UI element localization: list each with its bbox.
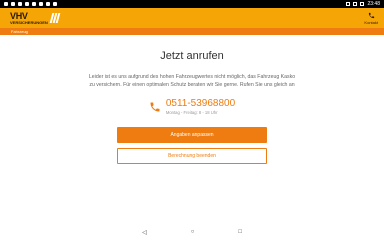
logo-subtext: VERSICHERUNGEN bbox=[10, 19, 48, 25]
app-header: VHV VERSICHERUNGEN Kontakt bbox=[0, 8, 384, 28]
camera-icon bbox=[25, 2, 29, 6]
adjust-details-button[interactable]: Angaben anpassen bbox=[117, 127, 267, 143]
android-icon bbox=[39, 2, 43, 6]
system-nav-bar: ◁ ○ □ bbox=[0, 224, 384, 240]
vhv-logo[interactable]: VHV VERSICHERUNGEN bbox=[10, 10, 61, 25]
breadcrumb: Fahrzeug bbox=[0, 28, 384, 35]
gallery-icon bbox=[32, 2, 36, 6]
status-bar: 23:48 bbox=[0, 0, 384, 8]
signal-icon bbox=[353, 2, 358, 6]
logo-stripes-icon bbox=[49, 13, 61, 23]
whatsapp-icon bbox=[4, 2, 8, 6]
back-icon[interactable]: ◁ bbox=[142, 229, 147, 236]
contact-button[interactable]: Kontakt bbox=[364, 12, 378, 25]
location-icon bbox=[46, 2, 50, 6]
main-content: Jetzt anrufen Leider ist es uns aufgrund… bbox=[0, 35, 384, 164]
breadcrumb-label: Fahrzeug bbox=[11, 29, 28, 34]
phone-contact[interactable]: 0511-53968800 Montag - Freitag: 8 - 18 U… bbox=[149, 99, 235, 115]
status-time: 23:48 bbox=[367, 1, 380, 7]
phone-icon bbox=[368, 12, 374, 18]
home-icon[interactable]: ○ bbox=[191, 229, 195, 235]
end-calculation-button[interactable]: Berechnung beenden bbox=[117, 148, 267, 164]
phone-hours: Montag - Freitag: 8 - 18 Uhr bbox=[165, 110, 218, 115]
contact-label: Kontakt bbox=[364, 19, 378, 25]
battery-icon bbox=[360, 2, 365, 6]
sync-icon bbox=[53, 2, 57, 6]
logo-text: VHV bbox=[10, 10, 28, 21]
wifi-icon bbox=[346, 2, 351, 6]
recents-icon[interactable]: □ bbox=[238, 229, 242, 235]
phone-number[interactable]: 0511-53968800 bbox=[166, 99, 235, 109]
system-icons: 23:48 bbox=[346, 1, 380, 7]
info-message: Leider ist es uns aufgrund des hohen Fah… bbox=[88, 74, 296, 88]
notification-icons bbox=[4, 2, 57, 6]
phone-icon bbox=[150, 102, 160, 112]
instagram-icon bbox=[18, 2, 22, 6]
mail-icon bbox=[11, 2, 15, 6]
page-title: Jetzt anrufen bbox=[160, 50, 224, 62]
